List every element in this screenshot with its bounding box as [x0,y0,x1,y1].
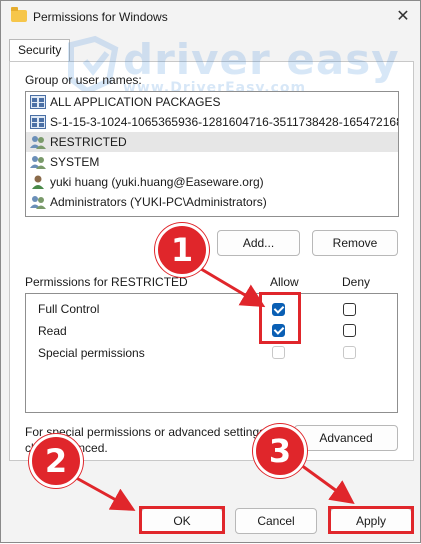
list-item[interactable]: ALL APPLICATION PACKAGES [26,92,398,112]
folder-icon [11,7,27,22]
group-label: Group or user names: [25,73,142,87]
permissions-dialog: Permissions for Windows ✕ Security drive… [0,0,421,543]
arrow-3 [300,463,355,505]
user-name: S-1-15-3-1024-1065365936-1281604716-3511… [50,115,398,129]
deny-special-checkbox [343,346,356,359]
app-packages-icon [30,115,46,129]
tab-strip: Security [9,37,414,61]
permission-name: Full Control [38,302,100,316]
window-title: Permissions for Windows [33,10,168,24]
user-list[interactable]: ALL APPLICATION PACKAGES S-1-15-3-1024-1… [25,91,399,217]
title-bar[interactable]: Permissions for Windows ✕ [1,1,420,33]
permissions-label: Permissions for RESTRICTED [25,275,188,289]
highlight-apply-box [328,506,414,534]
step-badge-3: 3 [253,424,307,478]
list-item[interactable]: SYSTEM [26,152,398,172]
deny-read-checkbox[interactable] [343,324,356,337]
tab-security[interactable]: Security [9,39,71,61]
permission-name: Read [38,324,67,338]
user-name: Administrators (YUKI-PC\Administrators) [50,195,267,209]
users-group-icon [30,156,46,169]
users-group-icon [30,196,46,209]
deny-header: Deny [342,275,371,289]
allow-special-checkbox [272,346,285,359]
list-item[interactable]: S-1-15-3-1024-1065365936-1281604716-3511… [26,112,398,132]
list-item[interactable]: Administrators (YUKI-PC\Administrators) [26,192,398,212]
advanced-button[interactable]: Advanced [294,425,398,451]
permissions-list: Full Control Read Special permissions [25,293,398,413]
user-name: yuki huang (yuki.huang@Easeware.org) [50,175,264,189]
highlight-allow-box [259,292,301,344]
permission-name: Special permissions [38,346,145,360]
close-icon[interactable]: ✕ [390,5,416,29]
allow-header: Allow [270,275,299,289]
user-icon [32,175,44,189]
app-packages-icon [30,95,46,109]
users-group-icon [30,136,46,149]
deny-full-control-checkbox[interactable] [343,303,356,316]
step-badge-1: 1 [155,223,209,277]
remove-button[interactable]: Remove [312,230,398,256]
user-name: ALL APPLICATION PACKAGES [50,95,221,109]
arrow-2 [70,473,136,511]
user-name: RESTRICTED [50,135,127,149]
list-item[interactable]: yuki huang (yuki.huang@Easeware.org) [26,172,398,192]
highlight-ok-box [139,506,225,534]
add-button[interactable]: Add... [217,230,300,256]
cancel-button[interactable]: Cancel [235,508,317,534]
step-badge-2: 2 [29,434,83,488]
user-name: SYSTEM [50,155,100,169]
list-item[interactable]: RESTRICTED [26,132,398,152]
